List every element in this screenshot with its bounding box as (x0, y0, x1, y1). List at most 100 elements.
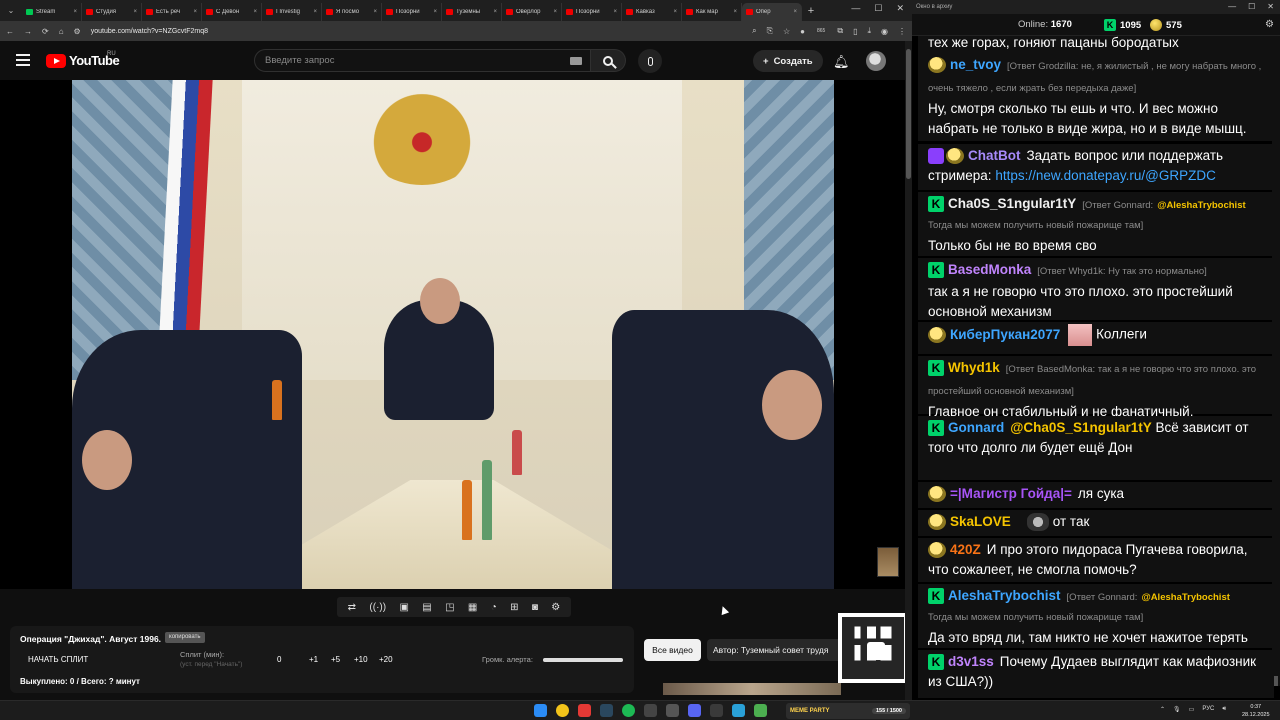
voice-search-button[interactable] (638, 49, 662, 73)
spotify-icon[interactable] (622, 704, 635, 717)
alert-volume-slider[interactable] (543, 658, 623, 662)
chat-username[interactable]: ne_tvoy (950, 57, 1001, 72)
search-button[interactable] (591, 49, 626, 72)
discord-icon[interactable] (688, 704, 701, 717)
menu-dots-icon[interactable]: ⋮ (898, 27, 906, 36)
browser-tab[interactable]: Есть реч × (142, 3, 202, 21)
tab-close-icon[interactable]: × (373, 9, 377, 15)
tab-close-icon[interactable]: × (313, 9, 317, 15)
forward-icon[interactable]: → (24, 27, 32, 36)
browser-tab[interactable]: Я посмо × (322, 3, 382, 21)
app-icon[interactable] (666, 704, 679, 717)
create-button[interactable]: + Создать (753, 50, 823, 72)
chat-username[interactable]: SkaLOVE (950, 514, 1011, 529)
download-icon[interactable]: ⤓ (867, 26, 871, 36)
steam-icon[interactable] (600, 704, 613, 717)
mention[interactable]: @AleshaTrybochist (1157, 200, 1245, 211)
tab-close-icon[interactable]: × (253, 9, 257, 15)
loop-icon[interactable]: ⇄ (348, 602, 356, 613)
close-icon[interactable]: ✕ (1267, 0, 1274, 14)
maximize-icon[interactable]: ☐ (874, 3, 882, 14)
tray-mic-icon[interactable]: 🎙︎ (1173, 706, 1181, 713)
add-5-button[interactable]: +5 (331, 655, 340, 664)
language-indicator[interactable]: РУС (1202, 706, 1214, 713)
tab-close-icon[interactable]: × (613, 9, 617, 15)
install-icon[interactable]: ⎘ (767, 26, 773, 36)
close-icon[interactable]: ✕ (896, 3, 904, 14)
extension-dot-icon[interactable]: ● (800, 27, 805, 36)
site-info-icon[interactable]: ⚙ (74, 27, 81, 36)
speed-icon[interactable]: ◔ (491, 602, 497, 613)
add-20-button[interactable]: +20 (379, 655, 393, 664)
extensions-icon[interactable]: ⧉ (837, 26, 843, 36)
browser-tab[interactable]: Позорни × (562, 3, 622, 21)
minimize-icon[interactable]: — (851, 3, 860, 14)
browser-tab[interactable]: Кавказ × (622, 3, 682, 21)
chat-username[interactable]: Whyd1k (948, 360, 1000, 375)
obs-icon[interactable] (644, 704, 657, 717)
tab-close-icon[interactable]: × (793, 9, 797, 15)
chat-settings-icon[interactable]: ⚙ (1265, 19, 1274, 30)
zoom-icon[interactable]: ⌕ (752, 26, 756, 36)
tab-close-icon[interactable]: × (133, 9, 137, 15)
maximize-icon[interactable]: ☐ (1248, 0, 1255, 14)
chat-username[interactable]: 420Z (950, 542, 981, 557)
browser-tab[interactable]: Студия × (82, 3, 142, 21)
browser-tab[interactable]: Как мар × (682, 3, 742, 21)
tab-close-icon[interactable]: × (493, 9, 497, 15)
tab-close-icon[interactable]: × (193, 9, 197, 15)
add-icon[interactable]: ⊞ (510, 602, 518, 613)
files-icon[interactable] (710, 704, 723, 717)
tray-chevron-icon[interactable]: ⌃ (1160, 706, 1165, 713)
add-10-button[interactable]: +10 (354, 655, 368, 664)
broadcast-icon[interactable]: ((·)) (369, 602, 386, 613)
tab-close-icon[interactable]: × (433, 9, 437, 15)
terminal-icon[interactable] (754, 704, 767, 717)
chat-username[interactable]: КиберПукан2077 (950, 327, 1060, 342)
start-split-button[interactable]: НАЧАТЬ СПЛИТ (28, 655, 88, 664)
mention[interactable]: @AleshaTrybochist (1141, 592, 1229, 603)
home-icon[interactable]: ⌂ (59, 27, 64, 36)
browser-tab[interactable]: Stream × (22, 3, 82, 21)
tab-close-icon[interactable]: × (733, 9, 737, 15)
chat-link[interactable]: https://new.donatepay.ru/@GRPZDC (995, 168, 1216, 183)
browser-tab[interactable]: Опер × (742, 3, 802, 21)
chat-username[interactable]: =|Магистр Гойда|= (950, 486, 1072, 501)
browser-tab[interactable]: Позорни × (382, 3, 442, 21)
mention[interactable]: @Cha0S_S1ngular1tY (1010, 420, 1151, 435)
stream-widget[interactable]: MEME PARTY 155 / 1500 (786, 703, 910, 719)
clip-icon[interactable]: ▤ (422, 602, 431, 613)
chat-username[interactable]: d3v1ss (948, 654, 994, 669)
chat-username[interactable]: Cha0S_S1ngular1tY (948, 196, 1076, 211)
crop-icon[interactable]: ◳ (445, 602, 454, 613)
chat-username[interactable]: Gonnard (948, 420, 1004, 435)
minimize-icon[interactable]: — (1228, 0, 1236, 14)
video-thumbnail-strip[interactable] (663, 683, 841, 695)
volume-icon[interactable]: 🔊︎ (1222, 706, 1226, 713)
avatar[interactable] (866, 51, 886, 71)
author-button[interactable]: Автор: Туземный совет трудя (707, 639, 842, 661)
tab-close-icon[interactable]: × (553, 9, 557, 15)
search-input[interactable]: Введите запрос (254, 49, 591, 72)
copy-button[interactable]: копировать (165, 632, 205, 643)
browser-tab[interactable]: С Девон × (202, 3, 262, 21)
profile-icon[interactable]: ◉ (881, 27, 888, 36)
youtube-app-icon[interactable] (578, 704, 591, 717)
browser-tab[interactable]: Туземны × (442, 3, 502, 21)
chrome-icon[interactable] (556, 704, 569, 717)
add-1-button[interactable]: +1 (309, 655, 318, 664)
menu-icon[interactable] (16, 54, 30, 66)
url-field[interactable]: youtube.com/watch?v=NZGcvtF2mq8 (91, 28, 742, 35)
chat-scrollbar[interactable] (1272, 36, 1280, 686)
sidebar-icon[interactable]: ▯ (853, 27, 857, 36)
bookmark-star-icon[interactable]: ☆ (783, 27, 790, 36)
screen-record-icon[interactable]: ▣ (399, 602, 408, 613)
page-scrollbar[interactable] (905, 41, 912, 700)
start-icon[interactable] (534, 704, 547, 717)
tab-close-icon[interactable]: × (73, 9, 77, 15)
extension-badge[interactable]: 865 (815, 28, 828, 34)
browser-tab[interactable]: I Investig × (262, 3, 322, 21)
tab-search-icon[interactable]: ⌄ (0, 0, 22, 21)
notifications-bell-icon[interactable]: 🔔︎ (833, 54, 850, 70)
back-icon[interactable]: ← (6, 27, 14, 36)
